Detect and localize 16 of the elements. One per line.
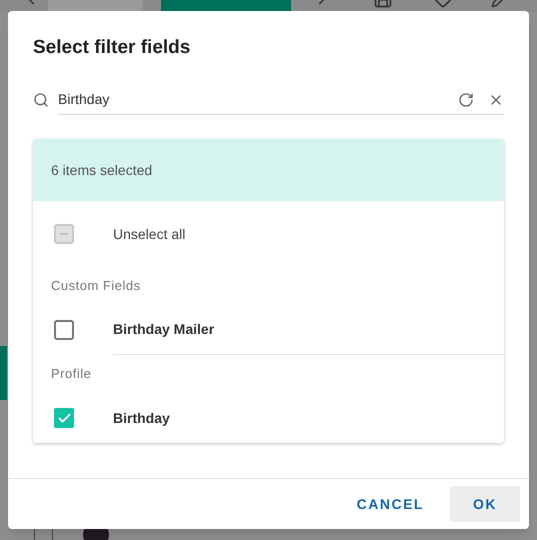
accent-bar [0, 346, 7, 400]
field-label[interactable]: Birthday Mailer [113, 319, 214, 340]
search-icon [33, 92, 49, 108]
cancel-button[interactable]: CANCEL [348, 486, 432, 522]
field-label[interactable]: Birthday [113, 408, 170, 428]
ok-button[interactable]: OK [450, 486, 520, 522]
search-field[interactable]: Birthday [58, 85, 504, 115]
checkbox[interactable] [54, 408, 74, 428]
group-heading: Custom Fields [50, 277, 142, 296]
checkbox[interactable] [54, 320, 74, 340]
selection-count: 6 items selected [51, 160, 152, 180]
checkbox[interactable] [54, 224, 74, 244]
dialog-title: Select filter fields [33, 36, 192, 60]
group-heading: Profile [50, 365, 92, 384]
unselect-all-label[interactable]: Unselect all [113, 224, 186, 244]
refresh-icon[interactable] [458, 92, 474, 108]
